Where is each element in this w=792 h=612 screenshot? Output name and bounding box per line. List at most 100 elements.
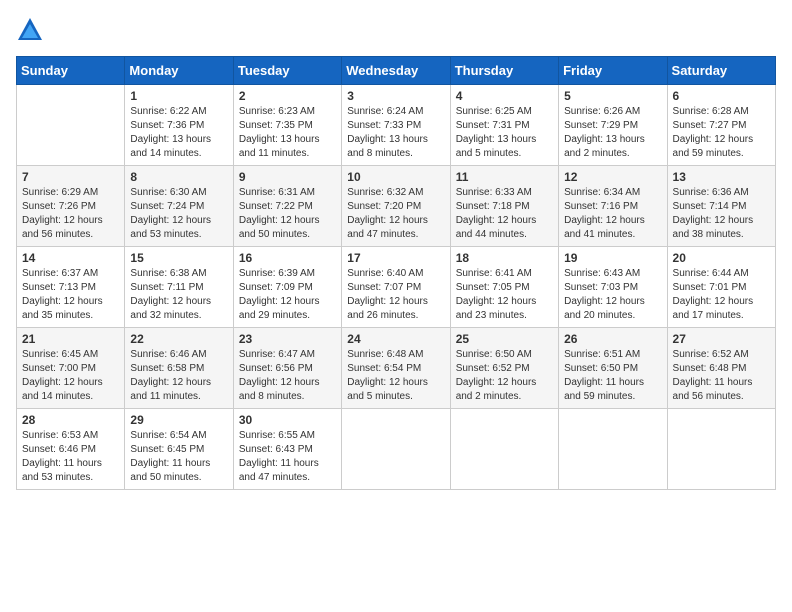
day-info: Sunrise: 6:33 AMSunset: 7:18 PMDaylight:… — [456, 186, 553, 242]
day-number: 14 — [22, 251, 119, 265]
day-info: Sunrise: 6:40 AMSunset: 7:07 PMDaylight:… — [347, 267, 444, 323]
day-number: 22 — [130, 332, 227, 346]
calendar-cell: 10 Sunrise: 6:32 AMSunset: 7:20 PMDayligh… — [342, 166, 450, 247]
calendar-week-row: 28 Sunrise: 6:53 AMSunset: 6:46 PMDayligh… — [17, 409, 776, 490]
day-number: 29 — [130, 413, 227, 427]
day-number: 9 — [239, 170, 336, 184]
day-info: Sunrise: 6:34 AMSunset: 7:16 PMDaylight:… — [564, 186, 661, 242]
calendar-header-row: SundayMondayTuesdayWednesdayThursdayFrid… — [17, 57, 776, 85]
day-number: 26 — [564, 332, 661, 346]
day-number: 7 — [22, 170, 119, 184]
calendar-cell: 6 Sunrise: 6:28 AMSunset: 7:27 PMDaylight… — [667, 85, 775, 166]
calendar-cell: 27Sunrise: 6:52 AMSunset: 6:48 PMDayligh… — [667, 328, 775, 409]
calendar-cell: 21 Sunrise: 6:45 AMSunset: 7:00 PMDayligh… — [17, 328, 125, 409]
calendar-cell: 16Sunrise: 6:39 AMSunset: 7:09 PMDayligh… — [233, 247, 341, 328]
weekday-header: Friday — [559, 57, 667, 85]
day-info: Sunrise: 6:24 AMSunset: 7:33 PMDaylight:… — [347, 105, 444, 161]
calendar-cell — [450, 409, 558, 490]
day-number: 24 — [347, 332, 444, 346]
calendar-cell: 5 Sunrise: 6:26 AMSunset: 7:29 PMDaylight… — [559, 85, 667, 166]
day-number: 25 — [456, 332, 553, 346]
day-info: Sunrise: 6:43 AMSunset: 7:03 PMDaylight:… — [564, 267, 661, 323]
day-info: Sunrise: 6:26 AMSunset: 7:29 PMDaylight:… — [564, 105, 661, 161]
calendar-cell: 17 Sunrise: 6:40 AMSunset: 7:07 PMDayligh… — [342, 247, 450, 328]
day-number: 12 — [564, 170, 661, 184]
day-number: 13 — [673, 170, 770, 184]
day-info: Sunrise: 6:29 AMSunset: 7:26 PMDaylight:… — [22, 186, 119, 242]
calendar-cell: 24Sunrise: 6:48 AMSunset: 6:54 PMDayligh… — [342, 328, 450, 409]
day-number: 8 — [130, 170, 227, 184]
calendar-week-row: 14 Sunrise: 6:37 AMSunset: 7:13 PMDayligh… — [17, 247, 776, 328]
day-number: 4 — [456, 89, 553, 103]
calendar-week-row: 21 Sunrise: 6:45 AMSunset: 7:00 PMDayligh… — [17, 328, 776, 409]
calendar-cell: 29Sunrise: 6:54 AMSunset: 6:45 PMDayligh… — [125, 409, 233, 490]
day-number: 11 — [456, 170, 553, 184]
logo — [16, 16, 48, 44]
calendar-cell: 23Sunrise: 6:47 AMSunset: 6:56 PMDayligh… — [233, 328, 341, 409]
calendar-cell: 30 Sunrise: 6:55 AMSunset: 6:43 PMDayligh… — [233, 409, 341, 490]
day-number: 6 — [673, 89, 770, 103]
day-info: Sunrise: 6:44 AMSunset: 7:01 PMDaylight:… — [673, 267, 770, 323]
day-info: Sunrise: 6:47 AMSunset: 6:56 PMDaylight:… — [239, 348, 336, 404]
day-info: Sunrise: 6:30 AMSunset: 7:24 PMDaylight:… — [130, 186, 227, 242]
calendar-cell: 25 Sunrise: 6:50 AMSunset: 6:52 PMDayligh… — [450, 328, 558, 409]
logo-icon — [16, 16, 44, 44]
day-info: Sunrise: 6:52 AMSunset: 6:48 PMDaylight:… — [673, 348, 770, 404]
day-info: Sunrise: 6:32 AMSunset: 7:20 PMDaylight:… — [347, 186, 444, 242]
day-info: Sunrise: 6:28 AMSunset: 7:27 PMDaylight:… — [673, 105, 770, 161]
day-info: Sunrise: 6:23 AMSunset: 7:35 PMDaylight:… — [239, 105, 336, 161]
day-number: 1 — [130, 89, 227, 103]
calendar-cell: 20 Sunrise: 6:44 AMSunset: 7:01 PMDayligh… — [667, 247, 775, 328]
day-info: Sunrise: 6:45 AMSunset: 7:00 PMDaylight:… — [22, 348, 119, 404]
calendar-cell: 1 Sunrise: 6:22 AMSunset: 7:36 PMDaylight… — [125, 85, 233, 166]
day-info: Sunrise: 6:46 AMSunset: 6:58 PMDaylight:… — [130, 348, 227, 404]
calendar-week-row: 1 Sunrise: 6:22 AMSunset: 7:36 PMDaylight… — [17, 85, 776, 166]
day-number: 18 — [456, 251, 553, 265]
day-number: 20 — [673, 251, 770, 265]
day-number: 28 — [22, 413, 119, 427]
day-number: 3 — [347, 89, 444, 103]
calendar-cell: 14 Sunrise: 6:37 AMSunset: 7:13 PMDayligh… — [17, 247, 125, 328]
day-number: 21 — [22, 332, 119, 346]
page-header — [16, 16, 776, 44]
calendar-cell: 13Sunrise: 6:36 AMSunset: 7:14 PMDayligh… — [667, 166, 775, 247]
weekday-header: Tuesday — [233, 57, 341, 85]
calendar-cell: 9 Sunrise: 6:31 AMSunset: 7:22 PMDaylight… — [233, 166, 341, 247]
calendar-cell: 15 Sunrise: 6:38 AMSunset: 7:11 PMDayligh… — [125, 247, 233, 328]
calendar-cell: 28 Sunrise: 6:53 AMSunset: 6:46 PMDayligh… — [17, 409, 125, 490]
calendar-cell — [667, 409, 775, 490]
weekday-header: Wednesday — [342, 57, 450, 85]
day-number: 5 — [564, 89, 661, 103]
day-info: Sunrise: 6:22 AMSunset: 7:36 PMDaylight:… — [130, 105, 227, 161]
day-info: Sunrise: 6:38 AMSunset: 7:11 PMDaylight:… — [130, 267, 227, 323]
calendar-cell: 12 Sunrise: 6:34 AMSunset: 7:16 PMDayligh… — [559, 166, 667, 247]
day-number: 15 — [130, 251, 227, 265]
calendar-cell — [17, 85, 125, 166]
weekday-header: Sunday — [17, 57, 125, 85]
weekday-header: Thursday — [450, 57, 558, 85]
calendar-cell: 11 Sunrise: 6:33 AMSunset: 7:18 PMDayligh… — [450, 166, 558, 247]
day-info: Sunrise: 6:51 AMSunset: 6:50 PMDaylight:… — [564, 348, 661, 404]
weekday-header: Saturday — [667, 57, 775, 85]
day-info: Sunrise: 6:55 AMSunset: 6:43 PMDaylight:… — [239, 429, 336, 485]
calendar-cell: 22 Sunrise: 6:46 AMSunset: 6:58 PMDayligh… — [125, 328, 233, 409]
calendar-cell: 18Sunrise: 6:41 AMSunset: 7:05 PMDayligh… — [450, 247, 558, 328]
day-number: 30 — [239, 413, 336, 427]
day-number: 10 — [347, 170, 444, 184]
day-info: Sunrise: 6:53 AMSunset: 6:46 PMDaylight:… — [22, 429, 119, 485]
day-number: 17 — [347, 251, 444, 265]
weekday-header: Monday — [125, 57, 233, 85]
calendar-week-row: 7 Sunrise: 6:29 AMSunset: 7:26 PMDaylight… — [17, 166, 776, 247]
calendar-table: SundayMondayTuesdayWednesdayThursdayFrid… — [16, 56, 776, 490]
day-number: 2 — [239, 89, 336, 103]
calendar-cell: 7 Sunrise: 6:29 AMSunset: 7:26 PMDaylight… — [17, 166, 125, 247]
calendar-cell — [342, 409, 450, 490]
day-info: Sunrise: 6:25 AMSunset: 7:31 PMDaylight:… — [456, 105, 553, 161]
calendar-cell: 2 Sunrise: 6:23 AMSunset: 7:35 PMDaylight… — [233, 85, 341, 166]
calendar-cell: 8 Sunrise: 6:30 AMSunset: 7:24 PMDaylight… — [125, 166, 233, 247]
calendar-cell: 26 Sunrise: 6:51 AMSunset: 6:50 PMDayligh… — [559, 328, 667, 409]
day-info: Sunrise: 6:31 AMSunset: 7:22 PMDaylight:… — [239, 186, 336, 242]
day-info: Sunrise: 6:37 AMSunset: 7:13 PMDaylight:… — [22, 267, 119, 323]
day-number: 19 — [564, 251, 661, 265]
day-info: Sunrise: 6:50 AMSunset: 6:52 PMDaylight:… — [456, 348, 553, 404]
